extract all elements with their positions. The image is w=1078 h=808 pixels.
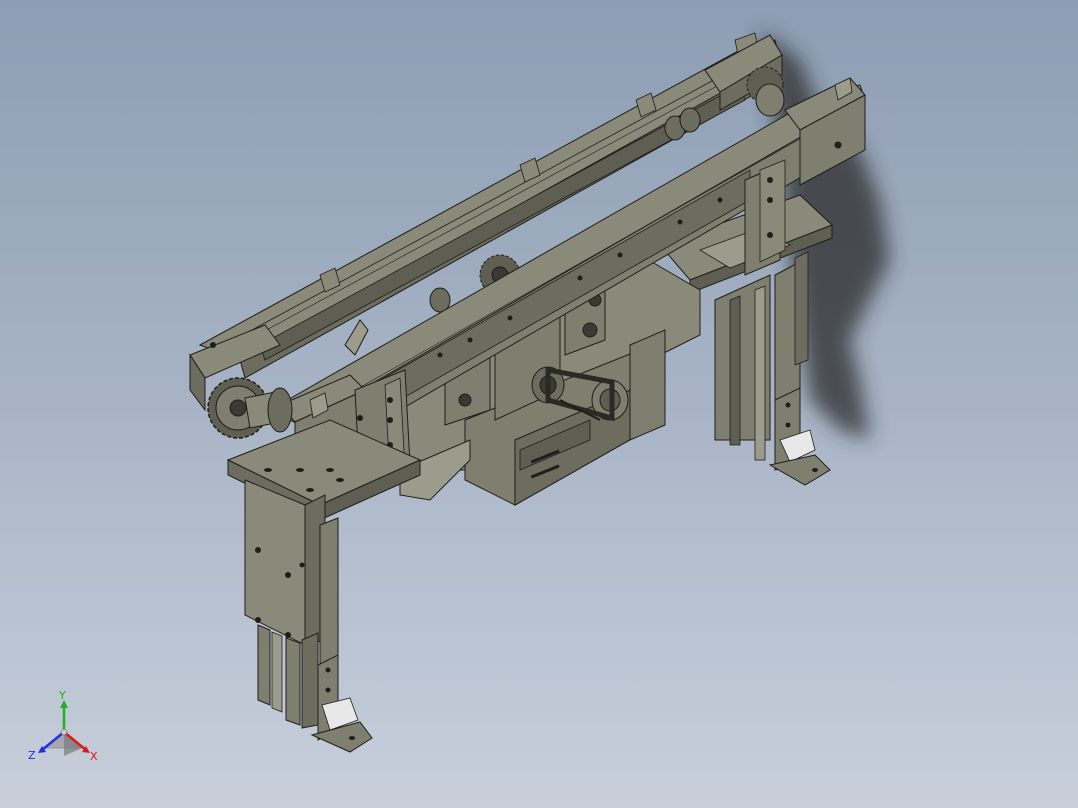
conveyor-assembly-model[interactable] <box>0 0 1078 808</box>
triad-label-z: Z <box>28 749 36 762</box>
3d-viewport[interactable]: Y Z X <box>0 0 1078 808</box>
front-drive-sprocket[interactable] <box>207 377 293 439</box>
triad-label-y: Y <box>59 689 66 702</box>
triad-label-x: X <box>90 750 98 763</box>
orientation-triad[interactable]: Y Z X <box>24 690 108 774</box>
front-left-leg[interactable] <box>244 479 373 753</box>
